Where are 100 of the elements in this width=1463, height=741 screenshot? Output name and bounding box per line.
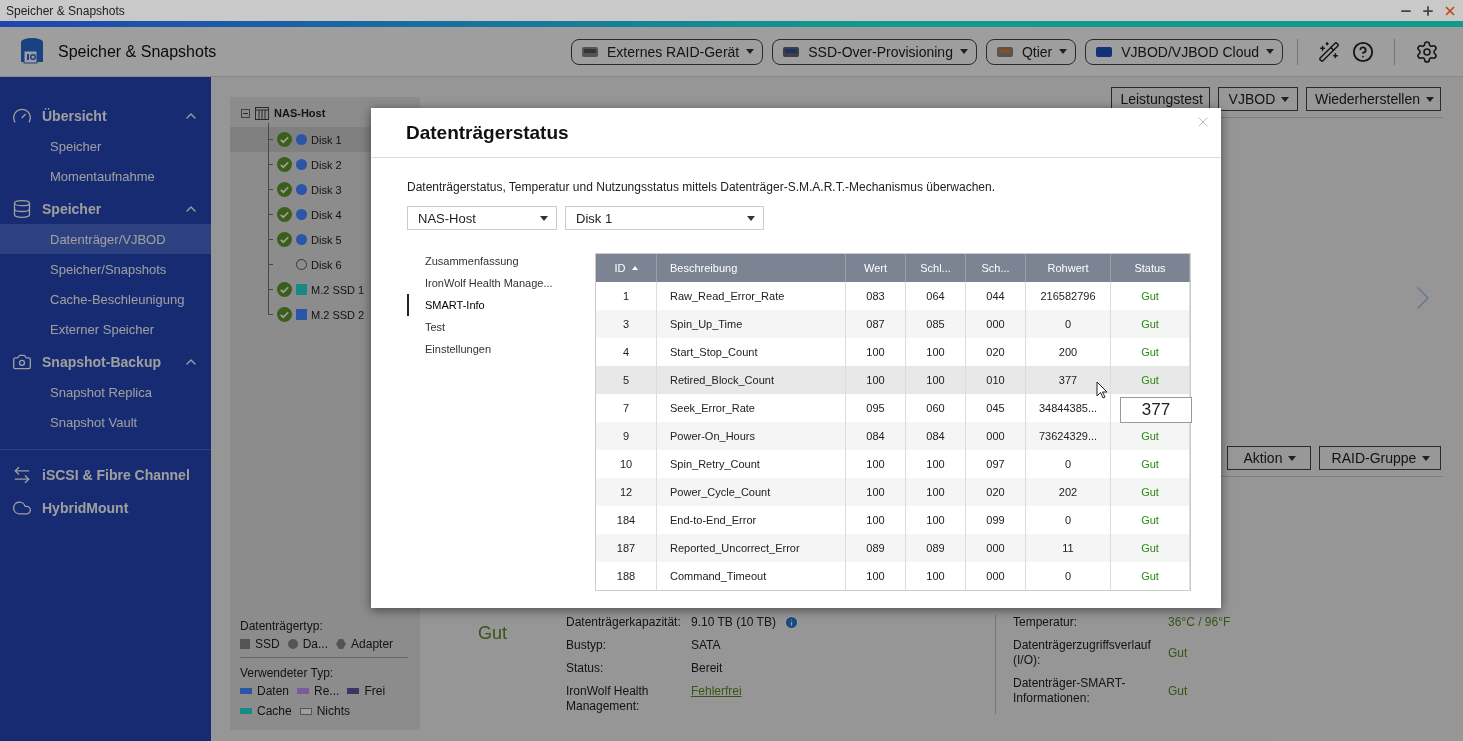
detail-value: SATA	[691, 638, 721, 653]
table-cell: 73624329...	[1026, 422, 1111, 450]
adapter-type-icon	[336, 639, 347, 649]
sidebar-section[interactable]: Übersicht	[0, 101, 211, 131]
sidebar-section[interactable]: Speicher	[0, 194, 211, 224]
tree-root-label[interactable]: NAS-Host	[274, 107, 326, 119]
table-cell: 087	[846, 310, 906, 338]
info-icon[interactable]	[783, 615, 799, 630]
header-dropdown-button[interactable]: Externes RAID-Gerät	[570, 38, 764, 65]
table-cell: Power-On_Hours	[657, 422, 846, 450]
header-dropdown-button[interactable]: VJBOD/VJBOD Cloud	[1085, 38, 1283, 65]
dialog-nav-item[interactable]: IronWolf Health Manage...	[407, 272, 595, 294]
column-header[interactable]: Wert	[846, 254, 906, 282]
legend-label: Da...	[302, 637, 329, 651]
sidebar-section[interactable]: HybridMount	[0, 493, 211, 523]
header-dropdown-button[interactable]: SSD-Over-Provisioning	[772, 38, 977, 65]
table-cell: 100	[846, 366, 906, 394]
sidebar-item[interactable]: Snapshot Replica	[0, 377, 211, 407]
table-cell: Retired_Block_Count	[657, 366, 846, 394]
table-cell: 010	[966, 366, 1026, 394]
table-cell: 084	[906, 422, 966, 450]
toolbar-button[interactable]: Leistungstest	[1111, 87, 1210, 111]
table-cell: 020	[966, 478, 1026, 506]
sidebar-item[interactable]: Snapshot Vault	[0, 407, 211, 437]
status-cell: Gut	[1111, 478, 1190, 506]
toolbar-button[interactable]: Aktion	[1227, 446, 1311, 470]
table-cell: 000	[966, 534, 1026, 562]
tree-item[interactable]: Disk 3	[311, 183, 342, 196]
legend-label: SSD	[255, 637, 280, 651]
dialog-nav-item[interactable]: SMART-Info	[407, 294, 595, 316]
table-cell: 084	[846, 422, 906, 450]
server-icon	[255, 106, 269, 120]
table-cell: 089	[906, 534, 966, 562]
legend-label: Daten	[257, 684, 290, 698]
detail-label: Datenträgerkapazität:	[566, 615, 682, 630]
tree-item[interactable]: Disk 6	[311, 258, 342, 271]
tree-item[interactable]: M.2 SSD 1	[311, 283, 365, 296]
sidebar-item[interactable]: Cache-Beschleunigung	[0, 284, 211, 314]
settings-icon[interactable]	[1415, 39, 1439, 64]
dialog-description: Datenträgerstatus, Temperatur und Nutzungsstatus mittels Datenträger-S.M.A.R.T.-Mechanismus überwachen.	[407, 180, 997, 194]
legend-label: Nichts	[316, 704, 351, 718]
table-cell: 12	[596, 478, 657, 506]
detail-label: Status:	[566, 661, 605, 676]
column-header[interactable]: Status	[1111, 254, 1190, 282]
table-cell: 100	[906, 478, 966, 506]
toolbar-button[interactable]: VJBOD	[1217, 87, 1298, 111]
tree-item[interactable]: Disk 4	[311, 208, 342, 221]
usage-swatch	[299, 707, 312, 715]
detail-label: IronWolf Health Management:	[566, 684, 650, 714]
select-field[interactable]: NAS-Host	[407, 206, 557, 230]
maximize-icon[interactable]	[1421, 3, 1435, 18]
toolbar-button[interactable]: Wiederherstellen	[1305, 87, 1441, 111]
table-cell: Reported_Uncorrect_Error	[657, 534, 846, 562]
wand-icon[interactable]	[1318, 40, 1340, 63]
sidebar-item[interactable]: Momentaufnahme	[0, 161, 211, 191]
column-header[interactable]: Sch...	[966, 254, 1026, 282]
column-header[interactable]: Schl...	[906, 254, 966, 282]
table-cell: 202	[1026, 478, 1111, 506]
caret-icon	[1422, 455, 1431, 461]
select-field[interactable]: Disk 1	[565, 206, 764, 230]
dialog-nav-item[interactable]: Zusammenfassung	[407, 250, 595, 272]
tree-item[interactable]: M.2 SSD 2	[311, 308, 365, 321]
caret-icon	[746, 49, 755, 54]
toolbar-button[interactable]: RAID-Gruppe	[1319, 446, 1441, 470]
dialog-nav-item[interactable]: Einstellungen	[407, 338, 595, 360]
sidebar-item[interactable]: Externer Speicher	[0, 314, 211, 344]
header-dropdown-button[interactable]: Qtier	[985, 38, 1077, 65]
legend-label: Frei	[364, 684, 386, 698]
detail-link[interactable]: Fehlerfrei	[691, 684, 742, 714]
help-icon[interactable]	[1352, 40, 1374, 63]
sidebar-section[interactable]: iSCSI & Fibre Channel	[0, 460, 211, 490]
tree-item[interactable]: Disk 1	[311, 133, 342, 146]
status-cell: Gut	[1111, 310, 1190, 338]
table-cell: 9	[596, 422, 657, 450]
tree-item[interactable]: Disk 5	[311, 233, 342, 246]
disk-type-icon	[287, 639, 298, 649]
status-cell: Gut	[1111, 534, 1190, 562]
status-cell: Gut	[1111, 422, 1190, 450]
table-cell: 5	[596, 366, 657, 394]
detail-value: Gut	[1168, 644, 1188, 662]
detail-value: 9.10 TB (10 TB)	[691, 615, 776, 630]
column-header[interactable]: Rohwert	[1026, 254, 1111, 282]
sidebar-section[interactable]: Snapshot-Backup	[0, 347, 211, 377]
detail-value: Gut	[1168, 682, 1188, 700]
section-icon	[12, 465, 32, 485]
status-cell: Gut	[1111, 366, 1190, 394]
tooltip: 377	[1120, 397, 1192, 423]
legend-label: Adapter	[351, 637, 394, 651]
caret-icon	[1426, 96, 1434, 102]
column-header[interactable]: Beschreibung	[657, 254, 846, 282]
dialog-nav-item[interactable]: Test	[407, 316, 595, 338]
column-header[interactable]: ID	[596, 254, 657, 282]
collapse-icon[interactable]	[241, 108, 250, 118]
legend-label: Re...	[314, 684, 340, 698]
sidebar-item[interactable]: Speicher	[0, 131, 211, 161]
tree-item[interactable]: Disk 2	[311, 158, 342, 171]
sidebar-item[interactable]: Datenträger/VJBOD	[0, 224, 211, 254]
empty-slot-icon	[296, 259, 307, 270]
legend-label: Cache	[257, 704, 292, 718]
sidebar-item[interactable]: Speicher/Snapshots	[0, 254, 211, 284]
